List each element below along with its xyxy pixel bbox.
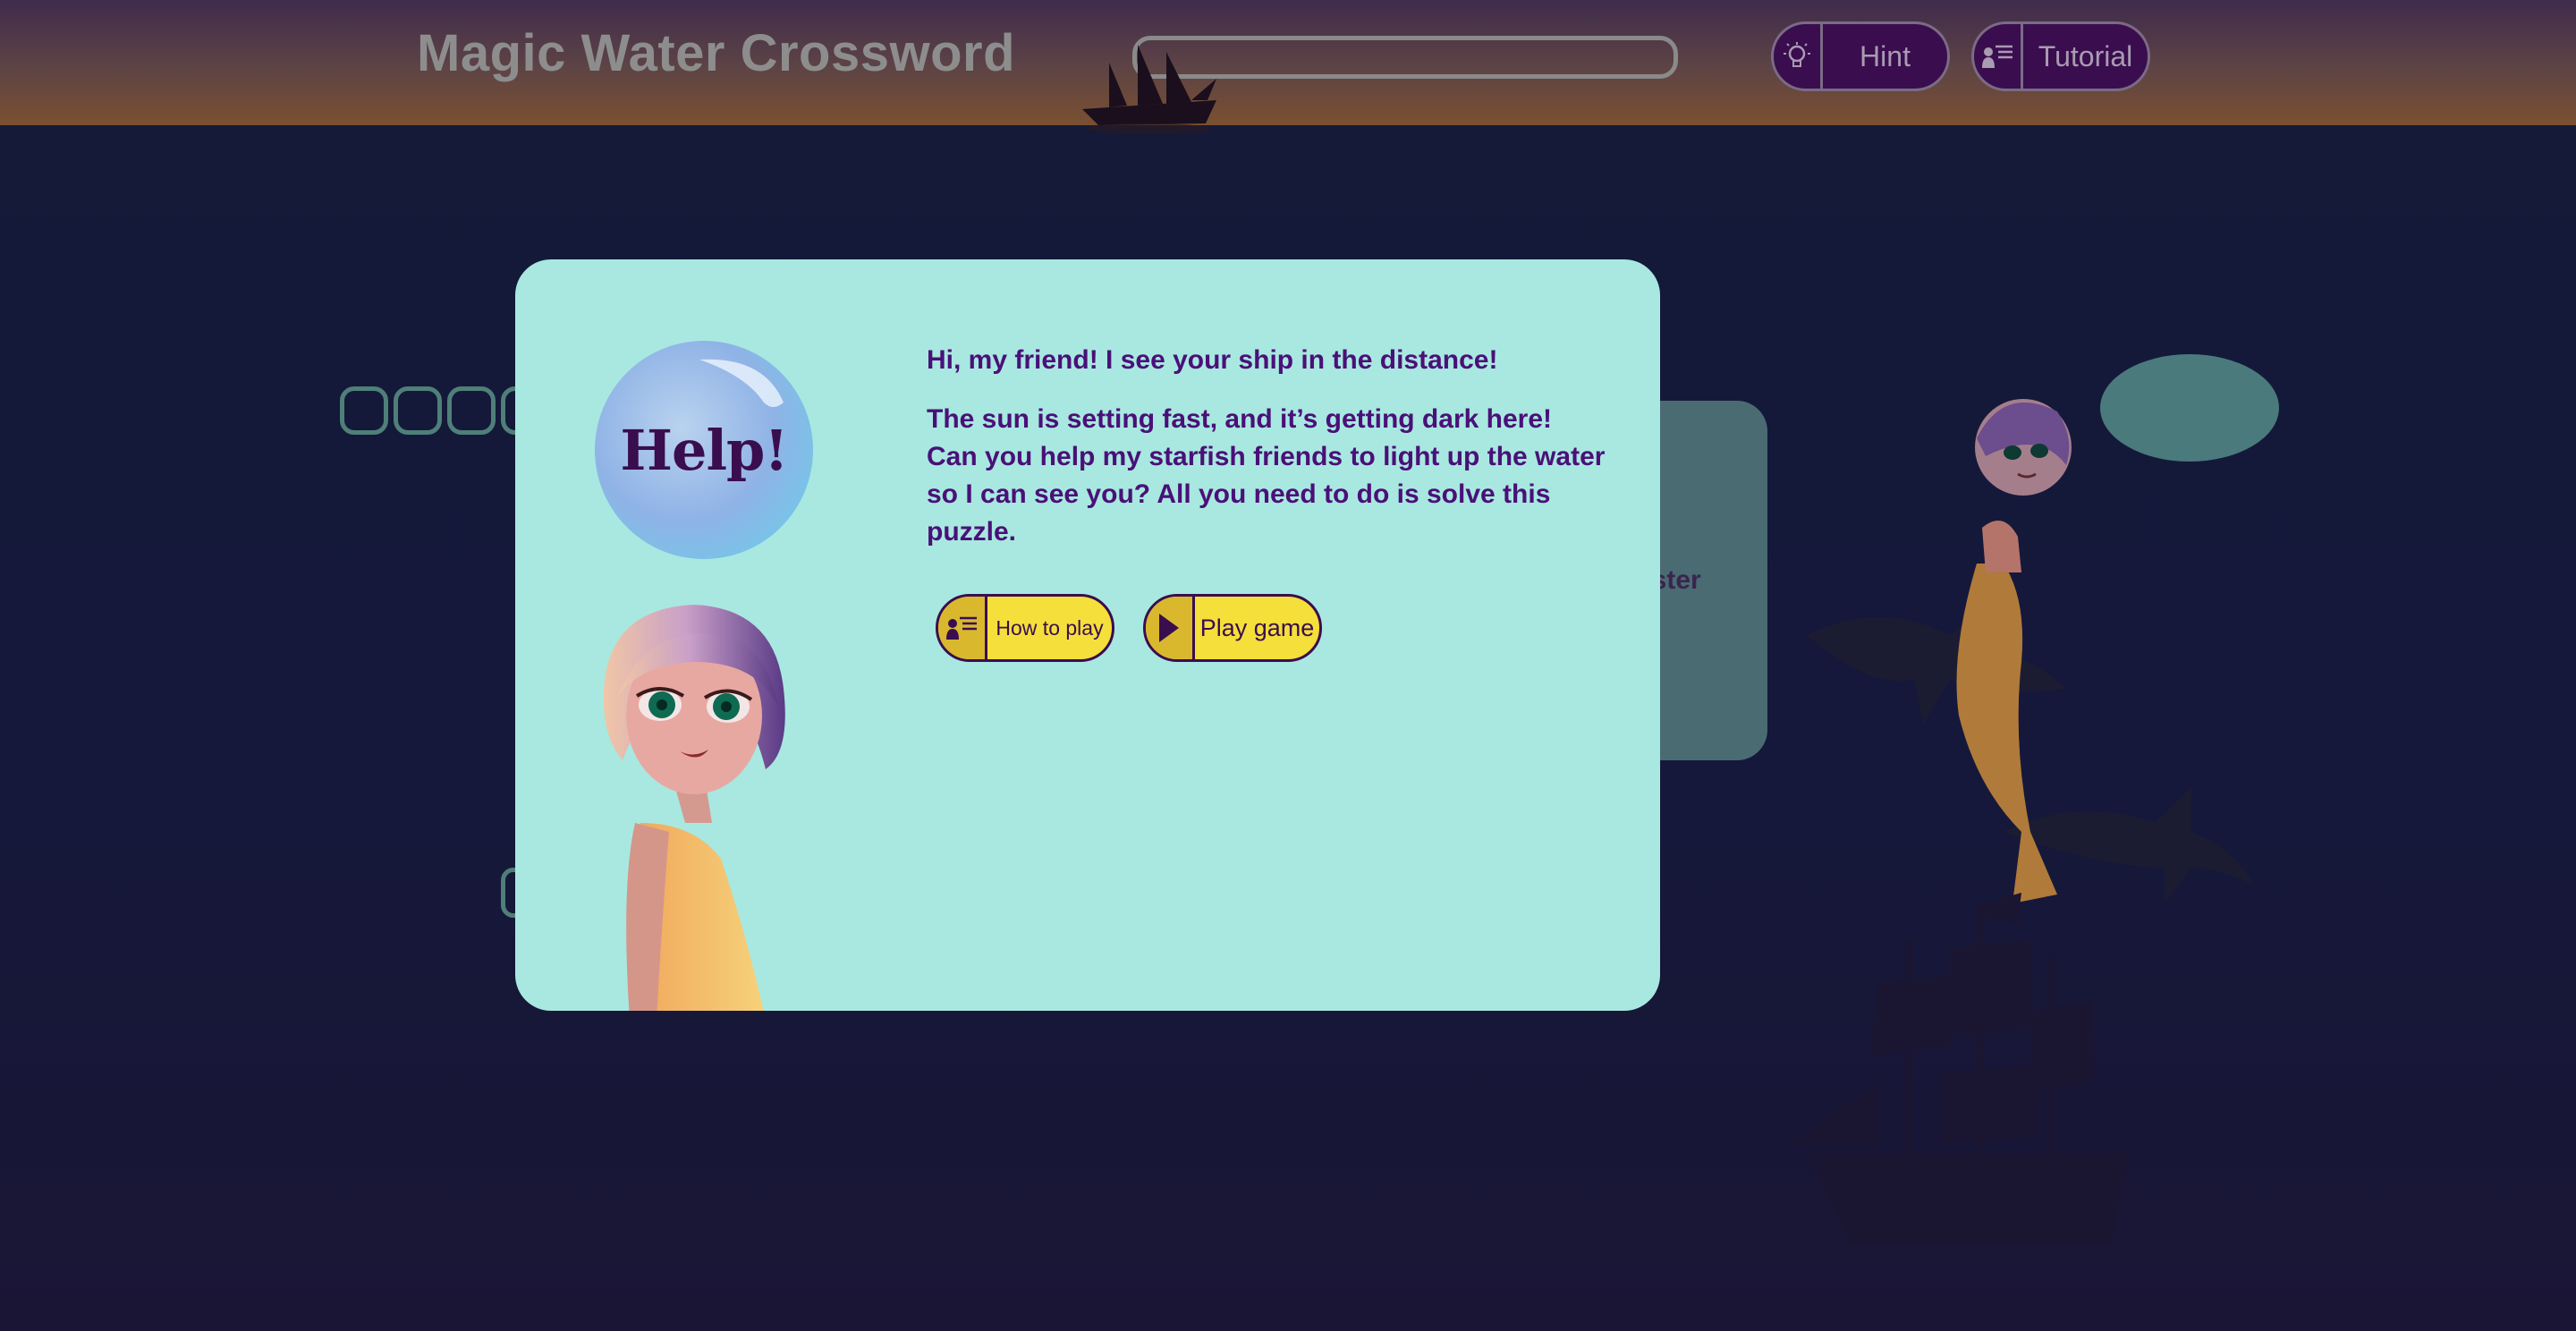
- help-bubble-title: Help!: [620, 417, 788, 483]
- dialog-paragraph: Hi, my friend! I see your ship in the di…: [927, 345, 1498, 375]
- help-dialog: Help! Hi, my friend! I see your ship in …: [515, 259, 1660, 1011]
- play-triangle-icon: [1146, 597, 1195, 659]
- how-to-play-button[interactable]: How to play: [936, 594, 1114, 662]
- dialog-message: Hi, my friend! I see your ship in the di…: [927, 342, 1606, 572]
- play-game-label: Play game: [1199, 614, 1315, 641]
- dialog-paragraph: The sun is setting fast, and it’s gettin…: [927, 404, 1606, 547]
- mermaid-portrait: [603, 605, 785, 1011]
- play-game-button[interactable]: Play game: [1143, 594, 1322, 662]
- how-to-play-label: How to play: [996, 615, 1104, 640]
- presenter-board-icon: [938, 597, 987, 659]
